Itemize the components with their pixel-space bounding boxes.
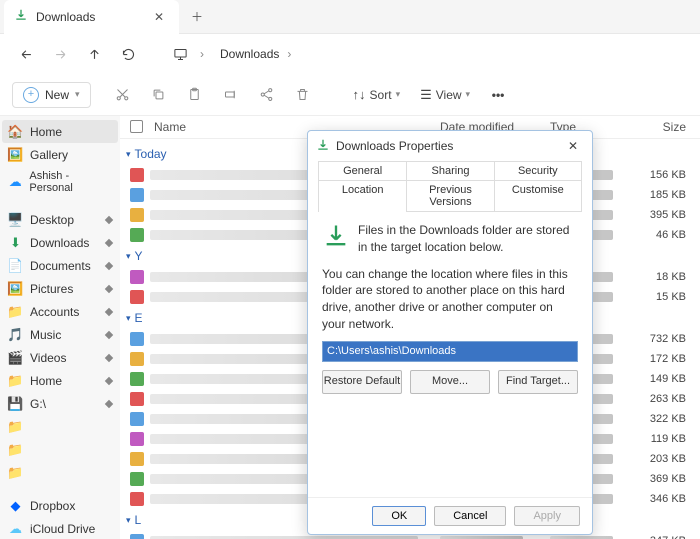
dialog-title: Downloads Properties (336, 139, 556, 153)
tab-location[interactable]: Location (319, 181, 406, 212)
music-icon: 🎵 (8, 327, 23, 342)
folder-icon: 📁 (8, 304, 23, 319)
up-button[interactable] (80, 40, 108, 68)
new-button[interactable]: + New ▾ (12, 82, 91, 108)
sidebar-item-dropbox[interactable]: ◆Dropbox (2, 494, 118, 517)
chevron-down-icon: ▾ (75, 89, 80, 100)
copy-button[interactable] (143, 79, 175, 111)
sidebar-item-folder[interactable]: 📁 (2, 415, 118, 438)
sidebar-item-music[interactable]: 🎵Music (2, 323, 118, 346)
icloud-icon: ☁ (8, 521, 23, 536)
folder-icon: 📁 (8, 373, 23, 388)
move-button[interactable]: Move... (410, 370, 490, 393)
sidebar-item-folder[interactable]: 📁 (2, 461, 118, 484)
path-input[interactable]: C:\Users\ashis\Downloads (322, 341, 578, 362)
close-icon[interactable]: ✕ (149, 8, 169, 26)
paste-button[interactable] (179, 79, 211, 111)
downloads-icon (316, 138, 330, 155)
desktop-icon: 🖥️ (8, 212, 23, 227)
tab-previous-versions[interactable]: Previous Versions (406, 181, 493, 212)
dialog-text: Files in the Downloads folder are stored… (358, 222, 578, 256)
delete-button[interactable] (287, 79, 319, 111)
home-icon: 🏠 (8, 124, 23, 139)
new-tab-button[interactable]: ＋ (179, 8, 215, 25)
cloud-icon: ☁ (8, 175, 22, 190)
sidebar-item-iclouddrive[interactable]: ☁iCloud Drive (2, 517, 118, 539)
folder-icon: 📁 (8, 442, 23, 457)
sidebar-item-pictures[interactable]: 🖼️Pictures (2, 277, 118, 300)
folder-icon: 📁 (8, 465, 23, 480)
sidebar-item-onedrive[interactable]: ☁Ashish - Personal (2, 166, 118, 198)
sidebar-item-folder[interactable]: 📁 (2, 438, 118, 461)
cancel-button[interactable]: Cancel (434, 506, 506, 526)
apply-button[interactable]: Apply (514, 506, 580, 526)
plus-icon: + (23, 87, 39, 103)
tab-security[interactable]: Security (494, 162, 581, 181)
breadcrumb-item[interactable]: Downloads (220, 47, 279, 61)
rename-button[interactable] (215, 79, 247, 111)
sidebar-item-gallery[interactable]: 🖼️Gallery (2, 143, 118, 166)
pc-icon[interactable] (166, 40, 194, 68)
sidebar-item-gdrive[interactable]: 💾G:\ (2, 392, 118, 415)
tab-title: Downloads (36, 10, 141, 24)
sidebar-item-videos[interactable]: 🎬Videos (2, 346, 118, 369)
window-tab[interactable]: Downloads ✕ (4, 0, 179, 34)
gallery-icon: 🖼️ (8, 147, 23, 162)
sidebar-item-downloads[interactable]: ⬇Downloads (2, 231, 118, 254)
view-button[interactable]: ☰View▾ (412, 87, 478, 103)
col-size[interactable]: Size (640, 120, 700, 134)
cut-button[interactable] (107, 79, 139, 111)
tab-sharing[interactable]: Sharing (406, 162, 493, 181)
tab-general[interactable]: General (319, 162, 406, 181)
downloads-icon (322, 222, 350, 256)
dropbox-icon: ◆ (8, 498, 23, 513)
downloads-icon: ⬇ (8, 235, 23, 250)
forward-button[interactable] (46, 40, 74, 68)
dialog-tabs: General Sharing Security Location Previo… (318, 161, 582, 212)
find-target-button[interactable]: Find Target... (498, 370, 578, 393)
sidebar-item-home2[interactable]: 📁Home (2, 369, 118, 392)
ok-button[interactable]: OK (372, 506, 426, 526)
chevron-right-icon: › (200, 47, 204, 61)
breadcrumb[interactable]: Downloads › (220, 47, 291, 61)
close-button[interactable]: ✕ (562, 137, 584, 155)
refresh-button[interactable] (114, 40, 142, 68)
sort-button[interactable]: ↑↓Sort▾ (345, 87, 409, 102)
drive-icon: 💾 (8, 396, 23, 411)
sidebar-item-accounts[interactable]: 📁Accounts (2, 300, 118, 323)
folder-icon: 📁 (8, 419, 23, 434)
sidebar-item-desktop[interactable]: 🖥️Desktop (2, 208, 118, 231)
dialog-text: You can change the location where files … (322, 266, 578, 333)
videos-icon: 🎬 (8, 350, 23, 365)
sidebar-item-home[interactable]: 🏠Home (2, 120, 118, 143)
restore-default-button[interactable]: Restore Default (322, 370, 402, 393)
pictures-icon: 🖼️ (8, 281, 23, 296)
share-button[interactable] (251, 79, 283, 111)
select-all-checkbox[interactable] (130, 120, 143, 133)
chevron-right-icon: › (287, 47, 291, 61)
downloads-icon (14, 8, 28, 25)
tab-customise[interactable]: Customise (494, 181, 581, 212)
sidebar-item-documents[interactable]: 📄Documents (2, 254, 118, 277)
documents-icon: 📄 (8, 258, 23, 273)
properties-dialog: Downloads Properties ✕ General Sharing S… (307, 130, 593, 535)
more-button[interactable]: ••• (482, 79, 514, 111)
sidebar: 🏠Home 🖼️Gallery ☁Ashish - Personal 🖥️Des… (0, 116, 120, 539)
back-button[interactable] (12, 40, 40, 68)
